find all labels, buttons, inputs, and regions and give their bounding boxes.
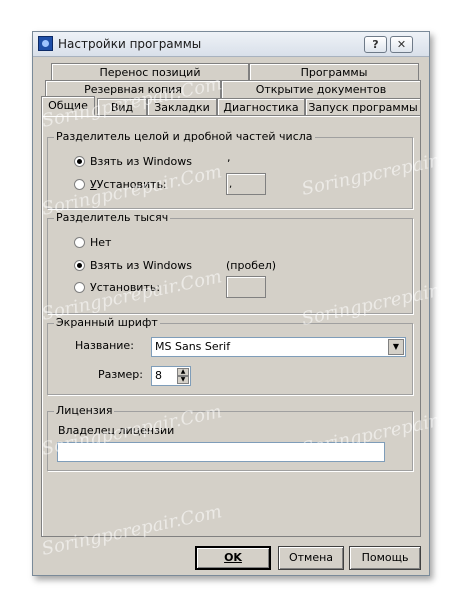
- thousands-none-radio[interactable]: [74, 237, 85, 248]
- thousands-windows-value: (пробел): [226, 259, 277, 272]
- license-owner-label: Владелец лицензии: [58, 424, 175, 437]
- font-name-value: MS Sans Serif: [155, 340, 231, 353]
- ok-button[interactable]: OK: [195, 546, 271, 570]
- tab-panel-general: Разделитель целой и дробной частей числа…: [41, 115, 421, 537]
- thousands-from-windows-radio[interactable]: [74, 260, 85, 271]
- tab-transfer[interactable]: Перенос позиций: [51, 63, 249, 81]
- tab-general[interactable]: Общие: [41, 96, 95, 116]
- decimal-from-windows-radio[interactable]: [74, 156, 85, 167]
- thousands-set-field[interactable]: [226, 276, 266, 298]
- thousands-none-label: Нет: [90, 236, 112, 249]
- window-title: Настройки программы: [58, 37, 202, 51]
- help-title-button[interactable]: ?: [364, 36, 387, 53]
- tab-row-3: Общие Вид Закладки Диагностика Запуск пр…: [41, 96, 421, 116]
- screen-font-legend: Экранный шрифт: [54, 316, 160, 329]
- font-name-select[interactable]: MS Sans Serif ▼: [151, 337, 406, 357]
- font-size-stepper[interactable]: 8 ▲ ▼: [151, 366, 191, 386]
- tab-open-documents[interactable]: Открытие документов: [221, 80, 421, 98]
- decimal-windows-value: ,: [227, 151, 231, 164]
- tab-programs[interactable]: Программы: [249, 63, 419, 81]
- license-owner-input[interactable]: [57, 442, 385, 462]
- thousands-set-radio[interactable]: [74, 282, 85, 293]
- chevron-down-icon[interactable]: ▼: [388, 339, 404, 355]
- app-icon: [38, 36, 53, 51]
- decimal-set-label: УУстановить:: [90, 178, 167, 191]
- tab-diagnostics[interactable]: Диагностика: [217, 98, 305, 116]
- tab-launch[interactable]: Запуск программы: [305, 98, 421, 116]
- decimal-separator-group: Разделитель целой и дробной частей числа…: [47, 130, 413, 209]
- tab-row-2: Резервная копия Открытие документов: [41, 80, 421, 98]
- tab-view[interactable]: Вид: [97, 98, 147, 116]
- font-size-value: 8: [155, 369, 162, 382]
- decimal-set-field[interactable]: ,: [226, 173, 266, 195]
- thousands-from-windows-label: Взять из Windows: [90, 259, 192, 272]
- spin-down-icon[interactable]: ▼: [177, 376, 189, 384]
- thousands-set-label: Установить:: [90, 281, 161, 294]
- tab-row-1: Перенос позиций Программы: [41, 63, 421, 81]
- decimal-set-radio[interactable]: [74, 179, 85, 190]
- font-name-label: Название:: [75, 339, 134, 352]
- spin-up-icon[interactable]: ▲: [177, 368, 189, 376]
- license-group: Лицензия Владелец лицензии: [47, 404, 413, 471]
- spin-buttons: ▲ ▼: [177, 368, 189, 384]
- close-icon: ✕: [396, 38, 407, 51]
- thousands-separator-legend: Разделитель тысяч: [54, 211, 171, 224]
- cancel-button[interactable]: Отмена: [278, 546, 344, 570]
- close-button[interactable]: ✕: [390, 36, 413, 53]
- settings-dialog: Настройки программы ? ✕ Перенос позиций …: [32, 31, 430, 576]
- font-size-label: Размер:: [98, 368, 143, 381]
- thousands-separator-group: Разделитель тысяч Нет Взять из Windows (…: [47, 211, 413, 314]
- decimal-from-windows-label: Взять из Windows: [90, 155, 192, 168]
- title-bar: Настройки программы ? ✕: [33, 32, 429, 57]
- help-button[interactable]: Помощь: [349, 546, 421, 570]
- tab-bookmarks[interactable]: Закладки: [147, 98, 217, 116]
- license-legend: Лицензия: [54, 404, 115, 417]
- screen-font-group: Экранный шрифт Название: MS Sans Serif ▼…: [47, 316, 413, 395]
- decimal-separator-legend: Разделитель целой и дробной частей числа: [54, 130, 315, 143]
